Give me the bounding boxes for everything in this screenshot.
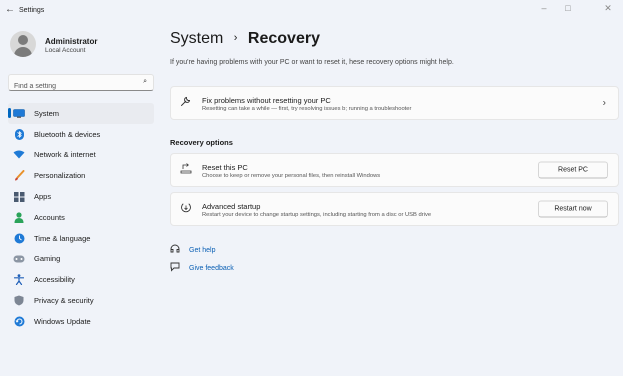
accessibility-icon: [12, 274, 26, 286]
sidebar-item-bluetooth[interactable]: Bluetooth & devices: [8, 124, 154, 145]
sidebar-item-windows-update[interactable]: Windows Update: [8, 311, 154, 332]
close-button[interactable]: ✕: [598, 3, 618, 14]
sidebar-item-system[interactable]: System: [8, 103, 154, 124]
back-arrow-icon[interactable]: ←: [5, 4, 15, 15]
sidebar-item-label: Personalization: [34, 171, 86, 181]
apps-icon: [12, 191, 26, 202]
feedback-icon: [170, 262, 182, 274]
sidebar-item-apps[interactable]: Apps: [8, 186, 154, 207]
reset-pc-card: Reset this PC Choose to keep or remove y…: [170, 153, 619, 187]
get-help-label: Get help: [189, 246, 216, 254]
sidebar-item-personalization[interactable]: Personalization: [8, 165, 154, 186]
sidebar-item-accessibility[interactable]: Accessibility: [8, 269, 154, 290]
bluetooth-icon: [12, 128, 26, 140]
page-title: System › Recovery: [170, 30, 320, 48]
give-feedback-label: Give feedback: [189, 264, 234, 272]
fix-problems-card[interactable]: Fix problems without resetting your PC R…: [170, 86, 619, 120]
wrench-icon: [180, 96, 191, 110]
sidebar-item-network[interactable]: Network & internet: [8, 145, 154, 166]
sidebar-item-label: Bluetooth & devices: [34, 129, 101, 139]
give-feedback-link[interactable]: Give feedback: [170, 262, 234, 274]
chevron-right-icon[interactable]: ›: [603, 98, 606, 109]
sidebar-item-label: Apps: [34, 192, 52, 202]
fix-problems-title: Fix problems without resetting your PC: [202, 96, 331, 105]
time-language-icon: [12, 233, 26, 244]
sidebar-item-label: Accounts: [34, 212, 65, 222]
breadcrumb-parent[interactable]: System: [170, 30, 223, 47]
search-icon[interactable]: ⌕: [143, 78, 147, 86]
windows-update-icon: [12, 316, 26, 327]
restart-now-button[interactable]: Restart now: [538, 200, 608, 218]
advanced-startup-card: Advanced startup Restart your device to …: [170, 192, 619, 226]
reset-pc-description: Choose to keep or remove your personal f…: [202, 173, 381, 179]
page-subtitle: If you're having problems with your PC o…: [170, 59, 454, 66]
sidebar-item-label: Accessibility: [34, 275, 75, 285]
window-title: Settings: [19, 7, 45, 14]
advanced-startup-description: Restart your device to change startup se…: [202, 212, 432, 218]
advanced-startup-title: Advanced startup: [202, 202, 261, 211]
search-box[interactable]: ⌕: [8, 74, 154, 94]
network-icon: [12, 149, 26, 160]
profile-name: Administrator: [45, 37, 98, 46]
profile-account-type: Local Account: [45, 47, 86, 54]
help-icon: [170, 244, 182, 256]
recovery-options-heading: Recovery options: [170, 138, 233, 147]
maximize-button[interactable]: □: [558, 3, 578, 13]
title-bar: ← Settings – □ ✕: [0, 0, 623, 22]
avatar: [10, 31, 36, 57]
sidebar-item-label: Windows Update: [34, 316, 91, 326]
sidebar-item-gaming[interactable]: Gaming: [8, 249, 154, 270]
sidebar-item-time-language[interactable]: Time & language: [8, 228, 154, 249]
reset-pc-title: Reset this PC: [202, 163, 248, 172]
get-help-link[interactable]: Get help: [170, 244, 215, 256]
sidebar-item-accounts[interactable]: Accounts: [8, 207, 154, 228]
reset-pc-button[interactable]: Reset PC: [538, 161, 608, 179]
sidebar-item-label: Time & language: [34, 233, 91, 243]
sidebar-item-label: System: [34, 108, 60, 118]
breadcrumb-separator: ›: [233, 32, 238, 44]
privacy-icon: [12, 295, 26, 306]
fix-problems-description: Resetting can take a while — first, try …: [202, 106, 412, 112]
search-input[interactable]: [9, 79, 129, 94]
sidebar-nav: System Bluetooth & devices Network & int…: [8, 103, 154, 332]
advanced-startup-icon: [180, 202, 192, 217]
sidebar-item-label: Network & internet: [34, 150, 96, 160]
breadcrumb-current: Recovery: [247, 30, 320, 47]
sidebar-item-privacy[interactable]: Privacy & security: [8, 290, 154, 311]
personalization-icon: [12, 170, 26, 181]
gaming-icon: [12, 253, 26, 264]
reset-pc-icon: [180, 163, 192, 177]
minimize-button[interactable]: –: [534, 3, 554, 13]
user-profile[interactable]: Administrator Local Account: [10, 31, 150, 63]
sidebar-item-label: Gaming: [34, 254, 61, 264]
sidebar-item-label: Privacy & security: [34, 296, 94, 306]
accounts-icon: [12, 212, 26, 223]
system-icon: [12, 108, 26, 119]
